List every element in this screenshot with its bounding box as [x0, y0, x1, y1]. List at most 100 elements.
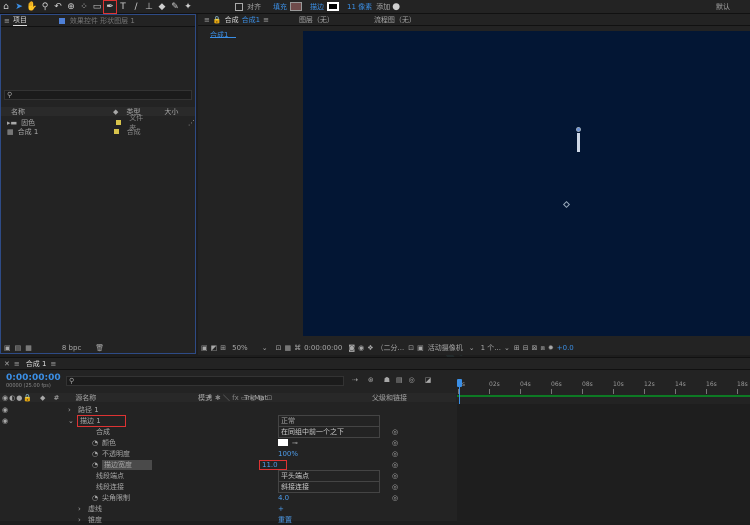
snapshot-icon[interactable]: ▣ [201, 344, 208, 352]
fill-label[interactable]: 填充 [273, 2, 287, 12]
chevron-right-icon[interactable]: › [68, 406, 71, 414]
flowchart-icon[interactable]: ⊠ [532, 344, 538, 352]
menu-icon[interactable]: ≡ [204, 16, 210, 24]
property-row[interactable]: ◔ 不透明度 100% ◎ [0, 448, 456, 459]
new-comp-icon[interactable]: ▦ [25, 344, 32, 352]
roto-brush-icon[interactable]: ✎ [169, 1, 181, 13]
property-value[interactable]: + [278, 505, 284, 513]
subtab-comp[interactable]: 合成1 [210, 30, 236, 39]
fill-swatch[interactable] [290, 2, 302, 11]
timeline-search[interactable]: ⚲ [66, 376, 344, 386]
camera-select[interactable]: 活动摄像机 [428, 343, 463, 353]
channel-icon[interactable]: ❖ [367, 344, 373, 352]
pickwhip-icon[interactable]: ◎ [392, 428, 398, 436]
lock-icon[interactable]: 🔒 [213, 16, 222, 24]
property-row[interactable]: ◔ 描边宽度 11.0 ◎ [0, 459, 456, 470]
orbit-camera-icon[interactable]: ⊕ [65, 1, 77, 13]
time-ruler[interactable]: 0s02s04s06s08s10s12s14s16s18s [457, 379, 750, 403]
property-value[interactable]: 11.0 [259, 459, 287, 470]
menu-icon[interactable]: ≡ [14, 360, 20, 368]
viewer-timecode[interactable]: 0:00:00:00 [304, 344, 342, 352]
preview-icon[interactable]: ◩ [211, 344, 218, 352]
chevron-right-icon[interactable]: › [78, 516, 81, 524]
shy-icon[interactable]: ☗ [384, 376, 390, 384]
pickwhip-icon[interactable]: ◎ [392, 439, 398, 447]
eraser-tool-icon[interactable]: ◆ [156, 1, 168, 13]
property-row[interactable]: › 锥度 重置 [0, 514, 456, 525]
track-area[interactable] [457, 404, 750, 522]
color-icon[interactable]: ◉ [358, 344, 364, 352]
frame-blend-icon[interactable]: ▤ [396, 376, 403, 384]
tab-comp-name[interactable]: 合成1 [242, 15, 260, 25]
property-row[interactable]: ◉ › 路径 1 [0, 404, 456, 415]
add-icon[interactable]: ● [390, 1, 402, 13]
timecode-display[interactable]: 0:00:00:00 00000 (25.00 fps) [6, 373, 61, 389]
exposure-icon[interactable]: ✹ [548, 344, 554, 352]
label-icon[interactable]: ◆ [40, 394, 45, 402]
menu-icon[interactable]: ≡ [4, 17, 10, 25]
delete-icon[interactable]: 🗑 [95, 344, 104, 352]
chevron-down-icon[interactable]: ⌄ [68, 417, 74, 425]
pickwhip-icon[interactable]: ◎ [392, 472, 398, 480]
stroke-label[interactable]: 描边 [310, 2, 324, 12]
pickwhip-icon[interactable]: ◎ [392, 494, 398, 502]
audio-icon[interactable]: ◐ [9, 394, 15, 402]
tab-layer[interactable]: 图层（无） [299, 15, 334, 25]
color-swatch[interactable] [278, 439, 288, 446]
puppet-pin-icon[interactable]: ✦ [182, 1, 194, 13]
pickwhip-icon[interactable]: ◎ [392, 461, 398, 469]
tab-composition[interactable]: 合成 [225, 15, 239, 25]
lock-icon[interactable]: 🔒 [23, 394, 32, 402]
tab-menu-icon[interactable]: ≡ [263, 16, 269, 24]
visibility-icon[interactable]: ◉ [2, 417, 8, 425]
tab-menu-icon[interactable]: ≡ [50, 360, 56, 368]
resolution-select[interactable]: （二分... [377, 343, 405, 353]
align-checkbox[interactable] [235, 2, 243, 11]
render-icon[interactable]: ⊞ [514, 344, 520, 352]
comp-canvas[interactable] [303, 31, 750, 336]
zoom-select[interactable]: 50% [232, 344, 248, 352]
stroke-swatch[interactable] [327, 2, 339, 11]
property-value[interactable]: 100% [278, 450, 298, 458]
property-value[interactable]: 4.0 [278, 494, 289, 502]
grid-icon[interactable]: ⊞ [220, 344, 226, 352]
col-size[interactable]: 大小 [164, 107, 178, 117]
anchor-point[interactable] [562, 200, 571, 209]
fast-preview-icon[interactable]: ⊟ [523, 344, 529, 352]
property-row[interactable]: 线段端点 平头端点 ◎ [0, 469, 456, 482]
close-icon[interactable]: ✕ [4, 360, 10, 368]
workspace-default[interactable]: 默认 [716, 2, 730, 12]
work-area-bar[interactable] [457, 395, 750, 397]
selection-tool-icon[interactable]: ➤ [13, 1, 25, 13]
path-vertex-top[interactable] [576, 127, 581, 132]
pan-behind-icon[interactable]: ⁘ [78, 1, 90, 13]
chevron-right-icon[interactable]: › [78, 505, 81, 513]
property-row[interactable]: ◔ 尖角限制 4.0 ◎ [0, 492, 456, 503]
exposure-value[interactable]: +0.0 [557, 344, 574, 352]
value-select[interactable]: 斜接连接 [278, 480, 380, 493]
project-search[interactable]: ⚲ [4, 90, 192, 100]
eyedropper-icon[interactable]: ⊸ [292, 439, 298, 447]
bpc-label[interactable]: 8 bpc [62, 344, 81, 352]
property-row[interactable]: › 虚线 + [0, 503, 456, 514]
rectangle-tool-icon[interactable]: ▭ [91, 1, 103, 13]
clone-stamp-icon[interactable]: ⊥ [143, 1, 155, 13]
pen-tool-icon[interactable]: ✒ [103, 0, 117, 14]
stopwatch-icon[interactable]: ◔ [92, 450, 98, 458]
property-value[interactable]: 重置 [278, 515, 292, 525]
roi-icon[interactable]: ⊡ [408, 344, 414, 352]
tab-timeline[interactable]: 合成 1 [26, 359, 47, 369]
rotate-tool-icon[interactable]: ↶ [52, 1, 64, 13]
home-icon[interactable]: ⌂ [0, 1, 12, 13]
3d-icon[interactable]: ⧈ [540, 344, 544, 353]
pickwhip-icon[interactable]: ◎ [392, 450, 398, 458]
mask-icon[interactable]: ⌘ [294, 344, 301, 352]
draft-3d-icon[interactable]: ⊛ [368, 376, 374, 384]
add-label[interactable]: 添加 [376, 2, 390, 12]
property-row[interactable]: 线段连接 斜接连接 ◎ [0, 480, 456, 493]
text-tool-icon[interactable]: T [117, 1, 129, 13]
project-item[interactable]: ▦ 合成 1 合成 [1, 127, 195, 136]
visibility-icon[interactable]: ◉ [2, 406, 8, 414]
camera-icon[interactable]: ◙ [348, 344, 355, 352]
graph-editor-icon[interactable]: ◪ [425, 376, 432, 384]
